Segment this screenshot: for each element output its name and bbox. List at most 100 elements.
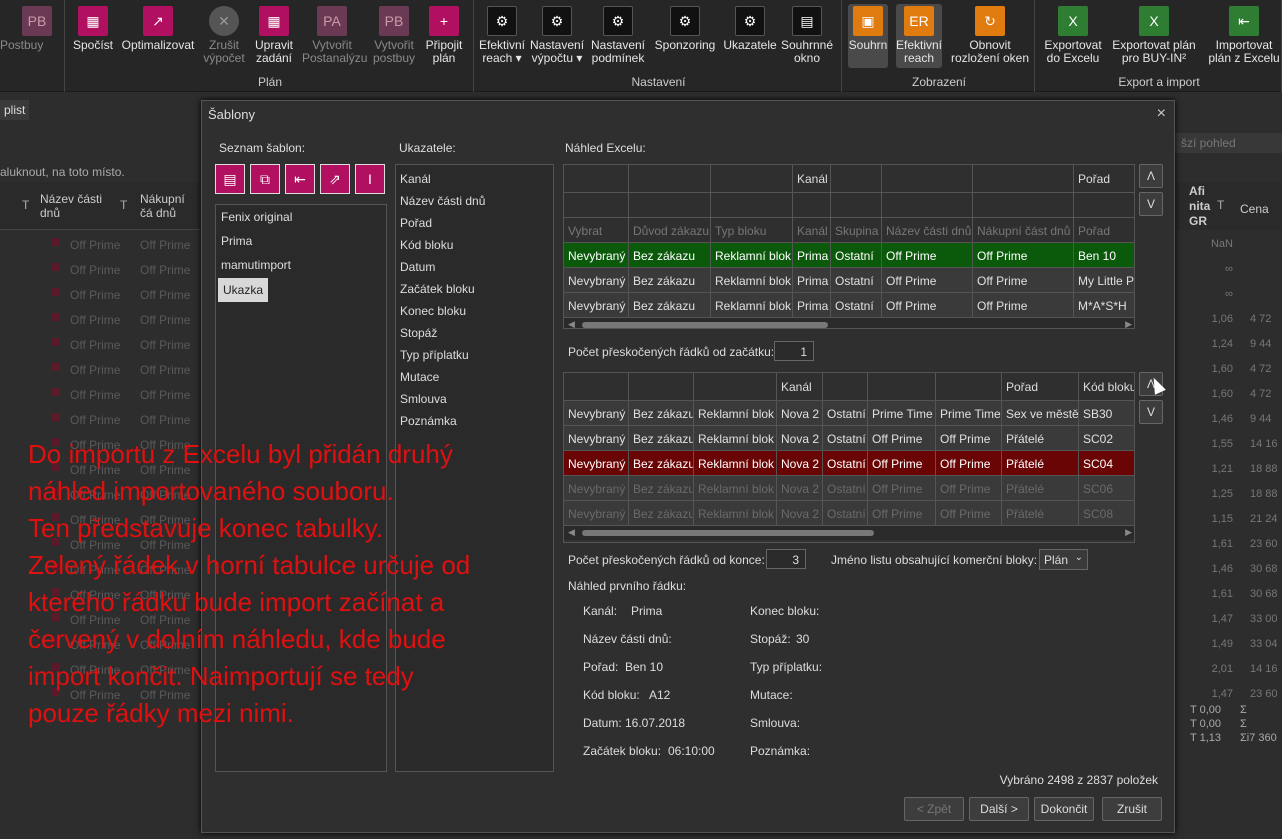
ribbon-button-15[interactable]: ER Efektivní reach [896,4,942,68]
ribbon-button-3[interactable]: ✕ Zrušit výpočet [203,6,245,65]
grid-header-cell[interactable]: Kanál [777,373,823,401]
ribbon-button-6[interactable]: PB Vytvořit postbuy [370,6,418,65]
grid-cell: Přátelé [1002,426,1079,451]
grid-header-cell[interactable] [973,165,1074,193]
table-row[interactable]: Nevybraný Bez zákazu Reklamní blok Nova 2 Os… [564,501,1134,526]
grid-header-cell[interactable] [882,165,973,193]
new-template-icon[interactable]: ▤ [215,164,245,194]
indicator-item[interactable]: Typ příplatku [396,344,553,366]
grid-header-cell[interactable] [629,165,711,193]
skip-end-input[interactable]: 3 [766,549,806,569]
table-row[interactable]: Nevybraný Bez zákazu Reklamní blok Nova 2 Os… [564,476,1134,501]
close-icon[interactable]: × [1157,105,1166,123]
horizontal-scrollbar[interactable]: ◀ ▶ [564,526,1134,540]
copy-template-icon[interactable]: ⧉ [250,164,280,194]
back-button[interactable]: < Zpět [904,797,964,821]
ribbon-button-0[interactable]: PB Postbuy [0,6,62,52]
grid-header-cell[interactable]: Pořad [1002,373,1079,401]
ribbon-button-1[interactable]: ▦ Spočíst [72,6,114,52]
grid-header-cell[interactable] [936,373,1002,401]
horizontal-scrollbar[interactable]: ◀ ▶ [564,318,1134,328]
indicator-item[interactable]: Pořad [396,212,553,234]
ribbon-button-7[interactable]: + Připojit plán [423,6,465,65]
indicator-item[interactable]: Smlouva [396,388,553,410]
grid-header-cell[interactable] [629,373,694,401]
checkbox-icon[interactable] [52,413,60,421]
table-row[interactable]: Nevybraný Bez zákazu Reklamní blok Prima Ost… [564,293,1134,318]
grid-header-cell[interactable] [868,373,936,401]
filter-icon[interactable]: T [120,198,127,212]
grid-header-cell[interactable]: Kód bloku [1079,373,1134,401]
indicator-item[interactable]: Konec bloku [396,300,553,322]
table-row[interactable]: Nevybraný Bez zákazu Reklamní blok Nova 2 Os… [564,426,1134,451]
grid-header-cell[interactable]: Kanál [793,165,831,193]
table-row[interactable]: Nevybraný Bez zákazu Reklamní blok Nova 2 Os… [564,401,1134,426]
template-item[interactable]: Ukazka [218,278,269,302]
filter-icon[interactable]: T [22,198,29,212]
indicator-item[interactable]: Datum [396,256,553,278]
next-button[interactable]: Další > [969,797,1029,821]
ribbon-button-16[interactable]: ↻ Obnovit rozložení oken [950,6,1030,65]
scroll-right-icon[interactable]: ▶ [1125,319,1132,328]
bottom-down-button[interactable]: V [1139,400,1163,424]
ribbon-button-5[interactable]: PA Vytvořit Postanalýzu [302,6,367,65]
checkbox-icon[interactable] [52,363,60,371]
ribbon-button-4[interactable]: ▦ Upravit zadání [252,6,296,65]
template-item[interactable]: Fenix original [216,205,386,229]
scroll-left-icon[interactable]: ◀ [568,527,575,538]
grid-header-cell[interactable] [831,165,882,193]
ribbon-button-18[interactable]: X Exportovat plán pro BUY-IN² [1107,6,1201,65]
checkbox-icon[interactable] [52,313,60,321]
indicator-item[interactable]: Začátek bloku [396,278,553,300]
indicator-item[interactable]: Název části dnů [396,190,553,212]
template-item[interactable]: mamutimport [216,253,386,277]
checkbox-icon[interactable] [52,288,60,296]
scroll-right-icon[interactable]: ▶ [1125,527,1132,538]
indicator-item[interactable]: Kanál [396,168,553,190]
ribbon-button-2[interactable]: ↗ Optimalizovat [120,6,196,52]
ribbon-button-11[interactable]: ⚙ Sponzoring [653,6,717,52]
ribbon-button-17[interactable]: X Exportovat do Excelu [1042,6,1104,65]
ribbon-button-9[interactable]: ⚙ Nastavení výpočtu ▾ [530,6,584,65]
filter-icon[interactable]: T [1217,198,1224,212]
checkbox-icon[interactable] [52,388,60,396]
indicator-item[interactable]: Poznámka [396,410,553,432]
cancel-button[interactable]: Zrušit [1102,797,1162,821]
template-item[interactable]: Prima [216,229,386,253]
ribbon-button-8[interactable]: ⚙ Efektivní reach ▾ [477,6,527,65]
indicator-item[interactable]: Mutace [396,366,553,388]
background-search[interactable]: šzí pohled [1175,133,1282,153]
grid-header-cell[interactable] [564,165,629,193]
grid-header-cell[interactable] [564,373,629,401]
table-row[interactable]: Nevybraný Bez zákazu Reklamní blok Prima Ost… [564,243,1134,268]
scroll-thumb[interactable] [582,530,874,536]
overlay-line: import končit. Naimportují se tedy [28,661,414,691]
grid-header-cell[interactable] [823,373,868,401]
indicator-item[interactable]: Stopáž [396,322,553,344]
export-template-icon[interactable]: ⇗ [320,164,350,194]
top-up-button[interactable]: Λ [1139,164,1163,188]
scroll-thumb[interactable] [582,322,828,328]
ribbon-button-10[interactable]: ⚙ Nastavení podmínek [590,6,646,65]
top-down-button[interactable]: V [1139,192,1163,216]
ribbon-button-13[interactable]: ▤ Souhrnné okno [780,6,834,65]
table-row[interactable]: Nevybraný Bez zákazu Reklamní blok Nova 2 Os… [564,451,1134,476]
finish-button[interactable]: Dokončit [1034,797,1094,821]
grid-header-cell[interactable] [711,165,793,193]
import-template-icon[interactable]: ⇤ [285,164,315,194]
checkbox-icon[interactable] [52,238,60,246]
table-row[interactable]: Nevybraný Bez zákazu Reklamní blok Prima Ost… [564,268,1134,293]
ribbon-button-12[interactable]: ⚙ Ukazatele [723,6,777,52]
checkbox-icon[interactable] [52,338,60,346]
ribbon-button-19[interactable]: ⇤ Importovat plán z Excelu [1208,6,1280,65]
checkbox-icon[interactable] [52,263,60,271]
scroll-left-icon[interactable]: ◀ [568,319,575,328]
ribbon-button-14[interactable]: ▣ Souhrn [848,4,888,68]
grid-header-cell[interactable]: Pořad [1074,165,1134,193]
sheet-select[interactable]: Plán ⌄ [1039,549,1088,570]
indicator-item[interactable]: Kód bloku [396,234,553,256]
grid-header-cell[interactable] [694,373,777,401]
rename-template-icon[interactable]: I [355,164,385,194]
skip-start-input[interactable]: 1 [774,341,814,361]
background-tab[interactable]: plist [0,100,30,120]
